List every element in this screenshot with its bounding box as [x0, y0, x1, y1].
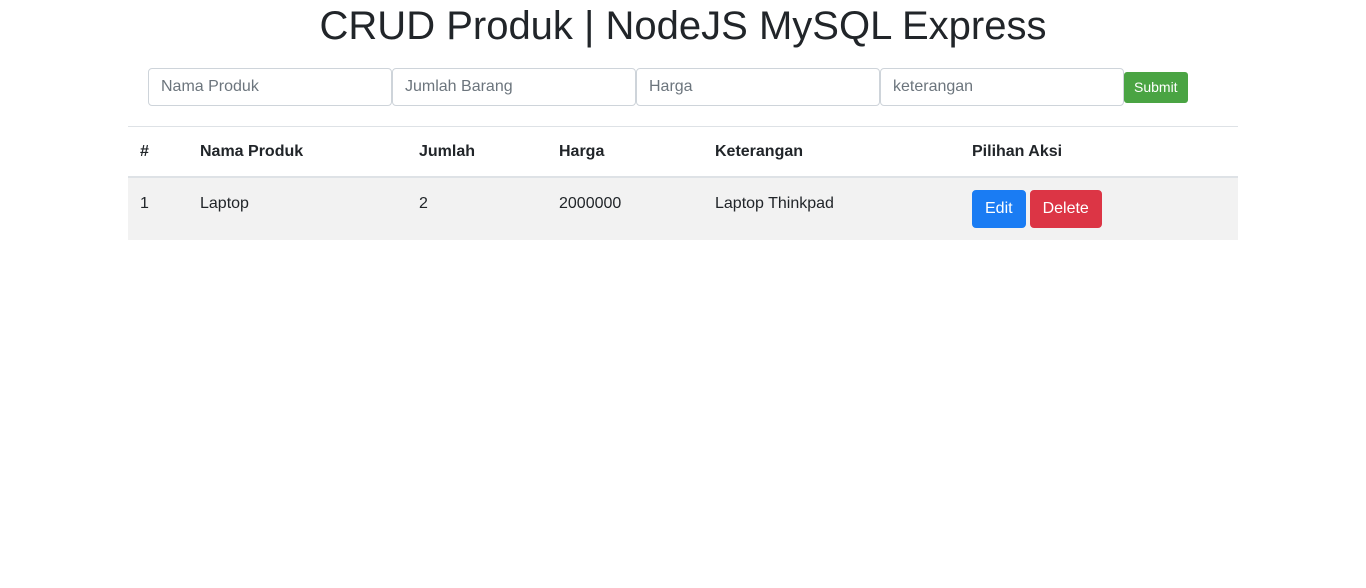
column-header-nama-produk: Nama Produk — [188, 126, 407, 178]
column-header-harga: Harga — [547, 126, 703, 178]
delete-button[interactable]: Delete — [1029, 190, 1102, 228]
column-header-number: # — [128, 126, 188, 178]
harga-input[interactable] — [636, 68, 880, 106]
column-header-pilihan-aksi: Pilihan Aksi — [960, 126, 1238, 178]
keterangan-input[interactable] — [880, 68, 1124, 106]
column-header-jumlah: Jumlah — [407, 126, 547, 178]
jumlah-barang-input[interactable] — [392, 68, 636, 106]
cell-keterangan: Laptop Thinkpad — [715, 195, 834, 212]
page-title: CRUD Produk | NodeJS MySQL Express — [319, 4, 1047, 48]
page: CRUD Produk | NodeJS MySQL Express Submi… — [0, 0, 1366, 588]
cell-number: 1 — [140, 195, 149, 212]
edit-button[interactable]: Edit — [972, 190, 1026, 228]
table-header: # Nama Produk Jumlah Harga Keterangan Pi… — [128, 126, 1238, 178]
cell-jumlah: 2 — [419, 195, 428, 212]
nama-produk-input[interactable] — [148, 68, 392, 106]
cell-harga: 2000000 — [559, 195, 622, 212]
product-table: # Nama Produk Jumlah Harga Keterangan Pi… — [128, 126, 1238, 240]
table-row: 1 Laptop 2 2000000 Laptop Thinkpad Edit D… — [128, 177, 1238, 240]
column-header-keterangan: Keterangan — [703, 126, 960, 178]
cell-pilihan-aksi: Edit Delete — [960, 177, 1238, 240]
add-product-form: Submit — [148, 68, 1188, 106]
table-header-row: # Nama Produk Jumlah Harga Keterangan Pi… — [128, 126, 1238, 178]
submit-button[interactable]: Submit — [1124, 71, 1188, 103]
cell-nama-produk: Laptop — [200, 195, 249, 212]
table-body: 1 Laptop 2 2000000 Laptop Thinkpad Edit D… — [128, 177, 1238, 240]
